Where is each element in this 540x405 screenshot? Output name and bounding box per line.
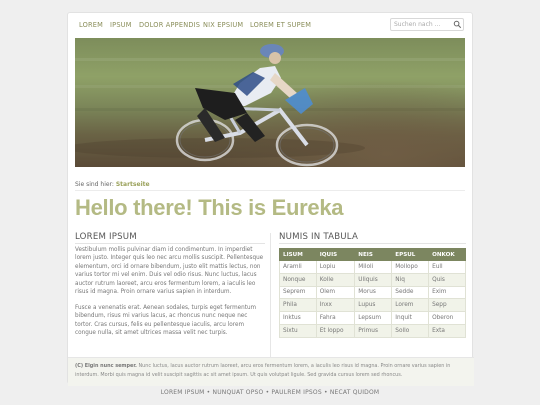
nav-item-lorem[interactable]: LOREM	[79, 21, 103, 29]
table-header-cell: LISUM	[279, 248, 317, 261]
table-cell: Kolle	[315, 272, 356, 287]
table-cell: Phila	[279, 298, 317, 313]
footer-copyright: (C) Elgin nunc semper.	[75, 363, 137, 369]
table-row: Inktus Fahra Lepsum Inquit Oberon	[279, 311, 466, 325]
footer-text: (C) Elgin nunc semper. Nunc luctus, lacu…	[75, 362, 467, 380]
table-cell: Eull	[428, 260, 466, 274]
data-table: LISUM IQUIS NEIS EPSUL ONKOK Aramli Lopi…	[279, 248, 466, 338]
table-row: Nonque Kolle Uliquis Niq Quis	[279, 272, 466, 287]
left-paragraph-2: Fusce a venenatis erat. Aenean sodales, …	[75, 305, 257, 337]
table-header-row: LISUM IQUIS NEIS EPSUL ONKOK	[279, 248, 466, 261]
table-cell: Miloli	[354, 260, 393, 274]
table-cell: Inquit	[391, 311, 430, 325]
table-cell: Uliquis	[354, 272, 393, 287]
search-input[interactable]	[394, 20, 450, 29]
left-column-rule	[75, 243, 265, 244]
page-container: LOREM IPSUM DOLOR APPENDIS NIX EPSIUM LO…	[67, 12, 474, 386]
table-cell: Lepsum	[354, 311, 393, 325]
page-title: Hello there! This is Eureka	[75, 195, 344, 220]
table-cell: Niq	[391, 272, 430, 287]
table-cell: Inktus	[279, 311, 317, 325]
table-header-cell: NEIS	[354, 248, 393, 261]
table-row: Phila Inxx Lupus Lorem Sepp	[279, 298, 466, 313]
table-cell: Lorem	[391, 298, 430, 313]
table-cell: Morus	[354, 285, 393, 300]
table-cell: Sepp	[428, 298, 466, 313]
table-cell: Quis	[428, 272, 466, 287]
table-cell: Mollopo	[391, 260, 430, 274]
bottom-links[interactable]: LOREM IPSUM • NUNQUAT OPSO • PAULREM IPS…	[0, 389, 540, 396]
table-cell: Exta	[428, 323, 466, 338]
nav-item-nix-epsium[interactable]: NIX EPSIUM	[203, 21, 243, 29]
table-cell: Primus	[354, 323, 393, 338]
divider	[75, 190, 465, 191]
table-header-cell: ONKOK	[428, 248, 466, 261]
table-row: Aramli Lopiu Miloli Mollopo Eull	[279, 260, 466, 274]
table-header-cell: EPSUL	[391, 248, 430, 261]
right-column-rule	[279, 243, 466, 244]
table-cell: Inxx	[315, 298, 356, 313]
table-cell: Lopiu	[315, 260, 356, 274]
left-column-title: LOREM IPSUM	[75, 232, 137, 242]
table-row: Seprem Olem Morus Sedde Exim	[279, 285, 466, 300]
top-nav: LOREM IPSUM DOLOR APPENDIS NIX EPSIUM LO…	[68, 13, 472, 39]
table-header-cell: IQUIS	[315, 248, 356, 261]
hero-image	[75, 38, 465, 167]
breadcrumb-home-link[interactable]: Startseite	[116, 181, 150, 188]
breadcrumb: Sie sind hier: Startseite	[75, 181, 150, 188]
table-cell: Fahra	[315, 311, 356, 325]
nav-item-ipsum[interactable]: IPSUM	[110, 21, 132, 29]
cyclist-illustration	[75, 44, 365, 167]
table-cell: Sixtu	[279, 323, 317, 338]
table-cell: Sedde	[391, 285, 430, 300]
column-divider	[270, 233, 271, 359]
breadcrumb-prefix: Sie sind hier:	[75, 181, 114, 188]
table-cell: Sollo	[391, 323, 430, 338]
table-cell: Lupus	[354, 298, 393, 313]
table-cell: Aramli	[279, 260, 317, 274]
table-cell: Exim	[428, 285, 466, 300]
right-column-title: NUMIS IN TABULA	[279, 232, 359, 242]
nav-item-dolor-appendis[interactable]: DOLOR APPENDIS	[139, 21, 200, 29]
table-row: Sixtu Et loppo Primus Sollo Exta	[279, 323, 466, 338]
nav-item-lorem-et-supem[interactable]: LOREM ET SUPEM	[250, 21, 311, 29]
left-paragraph-1: Vestibulum mollis pulvinar diam id condi…	[75, 247, 264, 296]
table-cell: Seprem	[279, 285, 317, 300]
search-box	[390, 18, 464, 31]
table-cell: Nonque	[279, 272, 317, 287]
table-cell: Et loppo	[315, 323, 356, 338]
table-cell: Olem	[315, 285, 356, 300]
search-icon[interactable]	[453, 20, 462, 29]
page-footer: (C) Elgin nunc semper. Nunc luctus, lacu…	[68, 357, 474, 386]
table-cell: Oberon	[428, 311, 466, 325]
